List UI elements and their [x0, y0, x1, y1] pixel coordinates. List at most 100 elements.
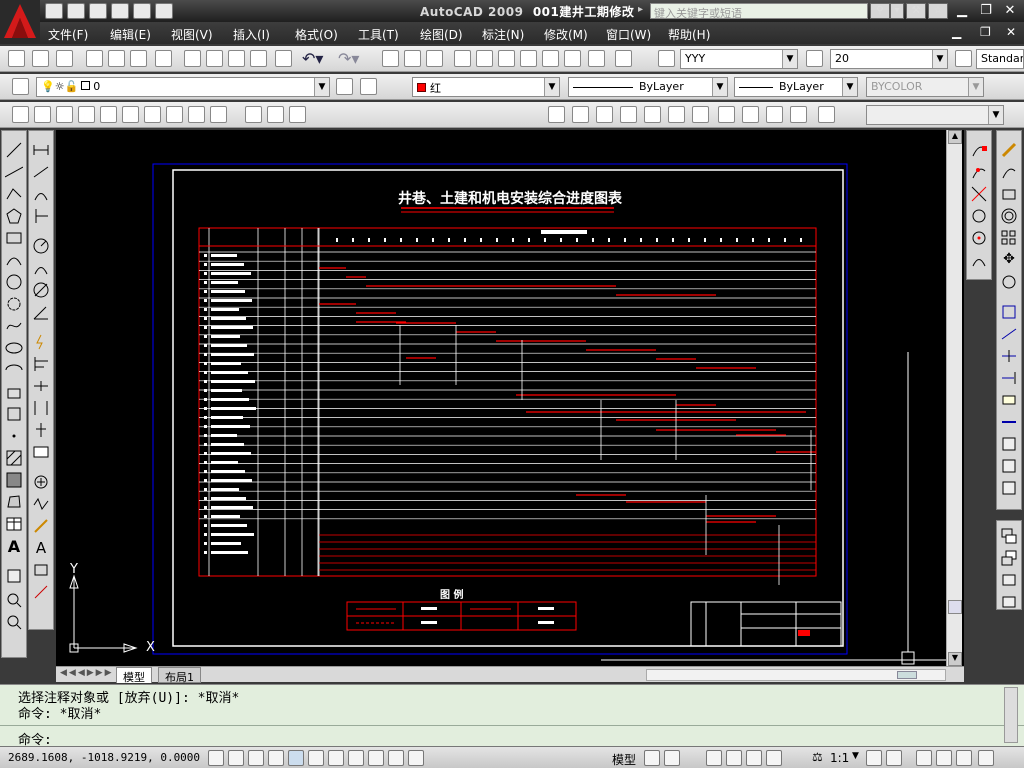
copy-object-icon[interactable] [1000, 163, 1018, 181]
union-icon[interactable] [245, 106, 262, 123]
make-current-layer-icon[interactable] [336, 78, 353, 95]
menu-edit[interactable]: 编辑(E) [110, 26, 151, 43]
paste-icon[interactable] [206, 50, 223, 67]
layer-combo[interactable]: 💡☼🔓 0 ▼ [36, 77, 330, 97]
offset-faces-icon[interactable] [620, 106, 637, 123]
text-style-icon[interactable] [658, 50, 675, 67]
menu-tools[interactable]: 工具(T) [358, 26, 399, 43]
join-icon[interactable] [1000, 413, 1018, 431]
layer-previous-icon[interactable] [360, 78, 377, 95]
construction-line-icon[interactable] [4, 163, 24, 181]
mirror-icon[interactable] [1000, 185, 1018, 203]
clean-screen-icon[interactable] [978, 750, 994, 766]
ellipse-icon[interactable] [5, 339, 23, 357]
bring-above-icon[interactable] [1000, 571, 1018, 589]
menu-dimension[interactable]: 标注(N) [482, 26, 524, 43]
explode-icon[interactable] [1000, 479, 1018, 497]
tab-nav-arrows[interactable]: ◀◀◀▶▶▶ [60, 668, 114, 678]
markup-icon[interactable] [542, 50, 559, 67]
text-height-icon[interactable] [806, 50, 823, 67]
dyn-icon[interactable] [348, 750, 364, 766]
showmotion-icon[interactable] [766, 750, 782, 766]
break-icon[interactable] [1000, 391, 1018, 409]
layout-icon[interactable] [644, 750, 660, 766]
command-window[interactable]: 选择注释对象或 [放弃(U)]: *取消* 命令: *取消* 命令: [0, 684, 1024, 748]
ordinate-icon[interactable] [32, 207, 50, 225]
auto-scale-icon[interactable] [886, 750, 902, 766]
taper-faces-icon[interactable] [692, 106, 709, 123]
visual-style-combo[interactable]: ▼ [866, 105, 1004, 125]
angular-icon[interactable] [32, 303, 50, 321]
qnew-icon[interactable] [8, 50, 25, 67]
dim-update-icon[interactable] [32, 561, 50, 579]
diameter-icon[interactable] [32, 281, 50, 299]
erase-icon[interactable] [1000, 141, 1018, 159]
text-height-combo[interactable]: 20 ▼ [830, 49, 948, 69]
subtract-icon[interactable] [267, 106, 284, 123]
plot-preview-icon[interactable] [108, 50, 125, 67]
print-icon[interactable] [111, 3, 129, 19]
osnap-icon[interactable] [288, 750, 304, 766]
open-icon[interactable] [67, 3, 85, 19]
pyramid-icon[interactable] [166, 106, 183, 123]
extrude-faces-icon[interactable] [572, 106, 589, 123]
sc-icon[interactable] [408, 750, 424, 766]
polyline-icon[interactable] [5, 185, 23, 203]
properties-icon[interactable] [454, 50, 471, 67]
point-icon[interactable] [5, 427, 23, 445]
plotstyle-combo[interactable]: BYCOLOR ▼ [866, 77, 984, 97]
check-icon[interactable] [818, 106, 835, 123]
hatch-icon[interactable] [5, 449, 23, 467]
menu-file[interactable]: 文件(F) [48, 26, 88, 43]
lineweight-combo[interactable]: ByLayer ▼ [734, 77, 858, 97]
save-file-icon[interactable] [56, 50, 73, 67]
scroll-thumb[interactable] [948, 600, 962, 614]
new-icon[interactable] [45, 3, 63, 19]
favorites-icon[interactable]: ☆ [928, 3, 948, 19]
realtime-pan-icon[interactable] [275, 50, 292, 67]
text-style-combo[interactable]: YYY ▼ [680, 49, 798, 69]
menu-view[interactable]: 视图(V) [171, 26, 213, 43]
scale-icon[interactable] [1000, 303, 1018, 321]
revcloud-icon[interactable] [5, 295, 23, 313]
help-icon[interactable] [588, 50, 605, 67]
undo-icon[interactable] [133, 3, 151, 19]
sphere-icon[interactable] [100, 106, 117, 123]
gradient-icon[interactable] [5, 471, 23, 489]
search-arrow-icon[interactable]: ▸ [638, 4, 643, 15]
dim-break-icon[interactable] [32, 421, 50, 439]
addselected-icon[interactable] [5, 567, 23, 585]
menu-help[interactable]: 帮助(H) [668, 26, 710, 43]
snap-extension-icon[interactable] [970, 207, 988, 225]
table-icon[interactable] [5, 515, 23, 533]
make-block-icon[interactable] [5, 405, 23, 423]
dim-style-edit-icon[interactable] [32, 583, 50, 601]
snap-mode-icon[interactable] [208, 750, 224, 766]
redo-icon[interactable] [155, 3, 173, 19]
circle-icon[interactable] [5, 273, 23, 291]
linetype-combo[interactable]: ByLayer ▼ [568, 77, 728, 97]
extend-icon[interactable] [1000, 369, 1018, 387]
open-file-icon[interactable] [32, 50, 49, 67]
zoom-icon[interactable] [5, 591, 23, 609]
offset-icon[interactable] [1000, 207, 1018, 225]
vertical-scrollbar[interactable]: ▲ ▼ [946, 130, 962, 666]
menu-window[interactable]: 窗口(W) [606, 26, 651, 43]
redo-button[interactable]: ↷▾ [338, 49, 359, 68]
dim-text-edit-icon[interactable]: A [32, 539, 50, 557]
zoom-window-icon[interactable] [404, 50, 421, 67]
move-icon[interactable]: ✥ [1000, 251, 1018, 269]
minimize-button[interactable]: ▁ [950, 2, 974, 20]
quickcalc-icon[interactable] [564, 50, 581, 67]
color-combo[interactable]: 红 ▼ [412, 77, 560, 97]
planar-surface-icon[interactable] [210, 106, 227, 123]
delete-faces-icon[interactable] [644, 106, 661, 123]
polygon-icon[interactable] [5, 207, 23, 225]
send-back-icon[interactable] [1000, 549, 1018, 567]
lock-status-icon[interactable] [936, 750, 952, 766]
ducs-icon[interactable] [328, 750, 344, 766]
search-dropdown-icon[interactable]: ▾ [890, 3, 904, 19]
match-properties-icon[interactable] [228, 50, 245, 67]
autocad-logo[interactable] [0, 0, 40, 44]
otrack-icon[interactable] [308, 750, 324, 766]
